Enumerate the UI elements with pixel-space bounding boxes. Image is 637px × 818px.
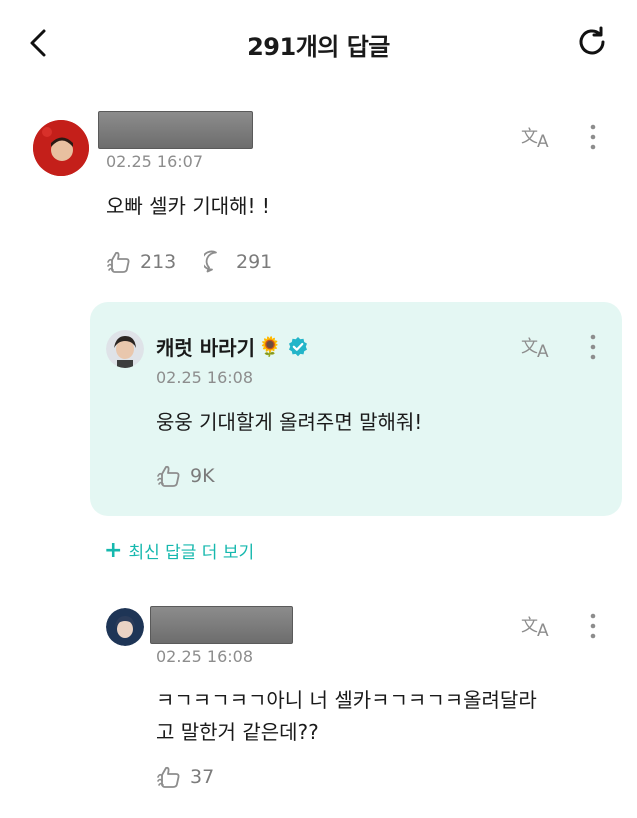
svg-text:文: 文 bbox=[521, 616, 538, 636]
reply-count: 291 bbox=[236, 251, 273, 273]
like-count: 213 bbox=[140, 251, 177, 273]
svg-text:A: A bbox=[537, 621, 549, 639]
translate-button[interactable]: 文 A bbox=[521, 122, 555, 152]
speech-bubble-icon bbox=[204, 250, 217, 273]
avatar-image bbox=[106, 330, 144, 368]
reply-author[interactable]: 캐럿 바라기 🌻 bbox=[156, 332, 309, 361]
more-vertical-icon bbox=[590, 124, 596, 150]
top-bar: 291개의 답글 bbox=[0, 0, 637, 90]
translate-icon: 文 A bbox=[521, 337, 549, 362]
comment-text-line: 고 말한거 같은데?? bbox=[156, 720, 319, 744]
more-vertical-icon bbox=[590, 613, 596, 639]
svg-text:A: A bbox=[537, 132, 549, 150]
reply-timestamp: 02.25 16:08 bbox=[156, 368, 253, 387]
comment-text: 오빠 셀카 기대해! ! bbox=[106, 194, 270, 218]
reply-text: 웅웅 기대할게 올려주면 말해줘! bbox=[156, 410, 423, 434]
svg-text:A: A bbox=[537, 342, 549, 360]
comment-timestamp: 02.25 16:07 bbox=[106, 152, 203, 171]
more-vertical-icon bbox=[590, 334, 596, 360]
more-options-button[interactable] bbox=[587, 122, 599, 152]
more-replies-label: 최신 답글 더 보기 bbox=[128, 543, 255, 563]
refresh-icon bbox=[579, 26, 605, 55]
plus-icon: + bbox=[104, 537, 123, 563]
redacted-username bbox=[98, 111, 253, 149]
like-button[interactable]: 37 bbox=[156, 765, 214, 789]
like-count: 9K bbox=[190, 465, 215, 487]
like-button[interactable]: 9K bbox=[156, 464, 215, 488]
more-options-button[interactable] bbox=[587, 332, 599, 362]
translate-icon: 文 A bbox=[521, 127, 549, 152]
svg-text:文: 文 bbox=[521, 337, 538, 357]
redacted-username bbox=[150, 606, 293, 644]
verified-badge-icon bbox=[288, 336, 307, 356]
comment-timestamp: 02.25 16:08 bbox=[156, 647, 253, 666]
avatar[interactable] bbox=[106, 608, 144, 646]
comment-text-line: ㅋㄱㅋㄱㅋㄱ아니 너 셀카ㅋㄱㅋㄱㅋ올려달라 bbox=[156, 688, 537, 712]
translate-icon: 文 A bbox=[521, 616, 549, 641]
like-icon bbox=[107, 251, 130, 273]
author-name-text: 캐럿 바라기 bbox=[156, 336, 255, 360]
more-options-button[interactable] bbox=[587, 611, 599, 641]
page-title: 291개의 답글 bbox=[247, 33, 390, 61]
svg-text:文: 文 bbox=[521, 127, 538, 147]
more-replies-link[interactable]: + 최신 답글 더 보기 bbox=[104, 538, 254, 563]
like-icon bbox=[157, 766, 180, 788]
like-count: 37 bbox=[190, 766, 215, 788]
avatar-image bbox=[33, 120, 89, 176]
artist-avatar[interactable] bbox=[106, 330, 144, 368]
comment-text: ㅋㄱㅋㄱㅋㄱ아니 너 셀카ㅋㄱㅋㄱㅋ올려달라 고 말한거 같은데?? bbox=[156, 684, 537, 748]
like-icon bbox=[157, 465, 180, 487]
like-button[interactable]: 213 bbox=[106, 250, 176, 274]
translate-button[interactable]: 文 A bbox=[521, 332, 555, 362]
refresh-button[interactable] bbox=[574, 24, 610, 60]
sunflower-emoji: 🌻 bbox=[257, 336, 282, 358]
avatar-image bbox=[106, 608, 144, 646]
translate-button[interactable]: 文 A bbox=[521, 611, 555, 641]
reply-count-button[interactable]: 291 bbox=[204, 250, 272, 274]
avatar[interactable] bbox=[33, 120, 89, 176]
